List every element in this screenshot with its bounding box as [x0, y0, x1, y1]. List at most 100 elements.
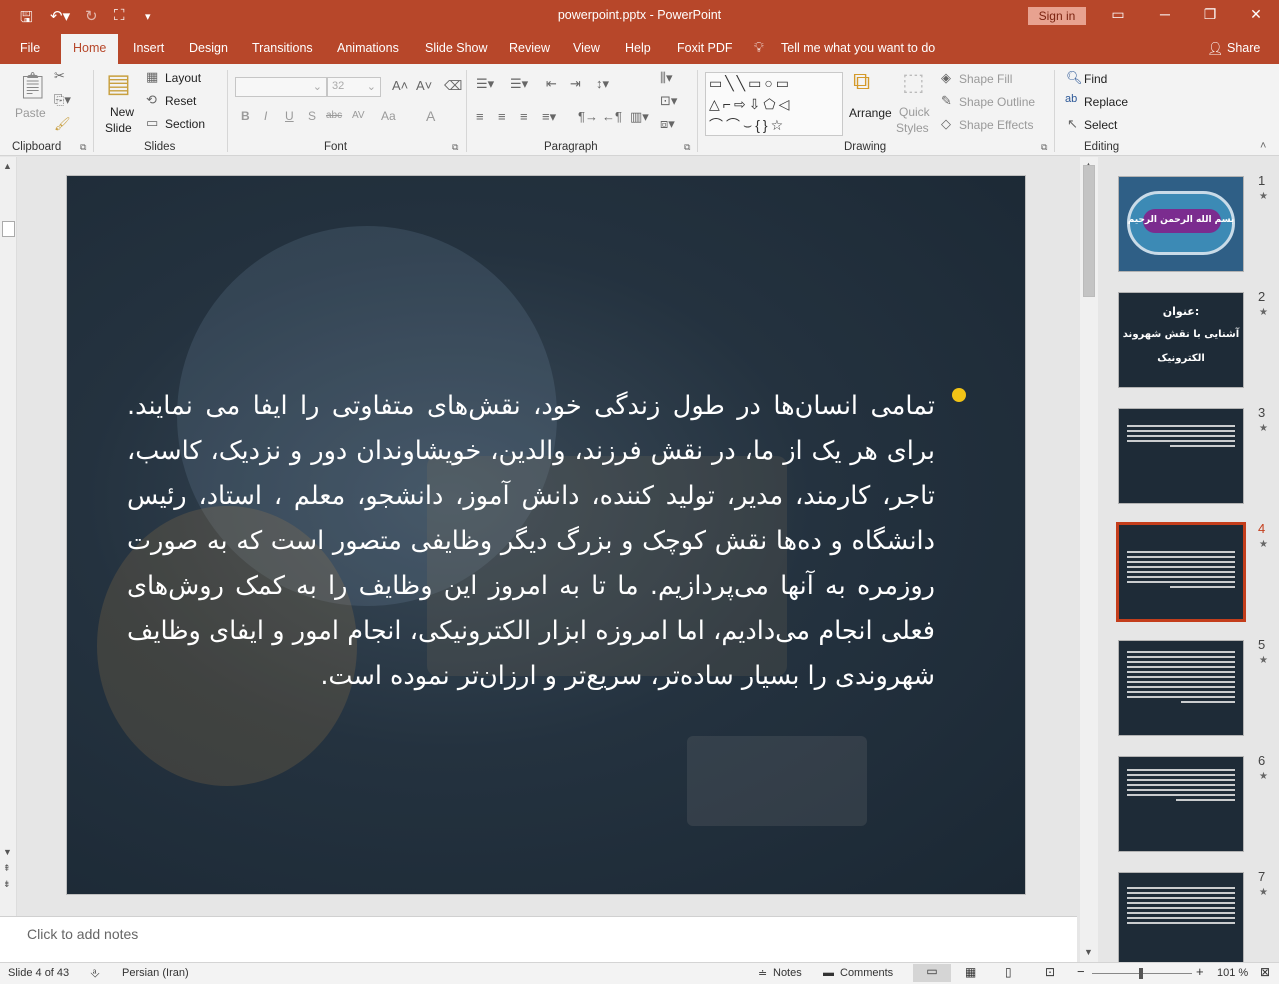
shape-fill-icon[interactable]: ◈ [941, 70, 951, 86]
align-text-icon[interactable]: ⊡▾ [660, 93, 677, 109]
tell-me-search[interactable]: Tell me what you want to do [781, 41, 935, 55]
shape-outline-button[interactable]: Shape Outline [959, 95, 1035, 109]
drawing-dialog-launcher-icon[interactable]: ⧉ [1041, 142, 1047, 153]
italic-button[interactable]: I [264, 109, 267, 123]
align-center-icon[interactable]: ≡ [498, 109, 506, 124]
comments-button[interactable]: Comments [840, 967, 893, 979]
select-icon[interactable]: ↖ [1067, 116, 1078, 132]
decrease-font-icon[interactable]: A˅ [416, 78, 432, 93]
paragraph-dialog-launcher-icon[interactable]: ⧉ [684, 142, 690, 153]
layout-icon[interactable]: ▦ [146, 69, 158, 85]
shape-outline-icon[interactable]: ✎ [941, 93, 952, 109]
notes-button[interactable]: Notes [773, 967, 802, 979]
font-color-button[interactable]: A [426, 108, 435, 124]
thumbnail-scroll-thumb[interactable] [1083, 165, 1095, 297]
format-painter-icon[interactable]: 🖌︎ [54, 116, 71, 132]
zoom-in-icon[interactable]: + [1196, 964, 1204, 979]
slide-thumbnail-7[interactable] [1118, 872, 1244, 962]
scroll-down-icon[interactable]: ▼ [3, 847, 12, 857]
align-left-icon[interactable]: ≡ [476, 109, 484, 124]
columns-icon[interactable]: ▥▾ [630, 109, 649, 125]
section-icon[interactable]: ▭ [146, 115, 158, 131]
reset-button[interactable]: Reset [165, 94, 196, 108]
normal-view-icon[interactable]: ▭ [913, 964, 951, 982]
dialog-launcher-icon[interactable]: ⧉ [80, 142, 86, 153]
shapes-gallery[interactable]: ▭╲╲▭○▭ △⌐⇨⇩⬠◁ ⌒⌒⌣{}☆ [705, 72, 843, 136]
slide-canvas[interactable]: تمامی انسان‌ها در طول زندگی خود، نقش‌های… [66, 175, 1026, 895]
increase-font-icon[interactable]: A˄ [392, 78, 408, 93]
thumbnail-scrollbar[interactable]: ▲ ▼ [1080, 157, 1098, 962]
previous-slide-icon[interactable]: ⇞ [3, 863, 11, 874]
slide-thumbnail-2[interactable]: عنوان: آشنایی با نقش شهروند الکترونیک [1118, 292, 1244, 388]
zoom-slider-thumb[interactable] [1139, 968, 1143, 979]
new-slide-icon[interactable]: ▤ [106, 68, 131, 99]
replace-icon[interactable]: ab [1065, 93, 1077, 105]
next-slide-icon[interactable]: ⇟ [3, 879, 11, 890]
scroll-thumb[interactable] [2, 221, 15, 237]
character-spacing-button[interactable]: AV [352, 110, 365, 121]
notes-icon[interactable]: ≐ [758, 967, 767, 980]
font-family-dropdown[interactable]: ⌄ [235, 77, 327, 97]
rtl-icon[interactable]: ←¶ [602, 109, 622, 124]
clear-formatting-icon[interactable]: ⌫ [444, 78, 462, 94]
shape-effects-icon[interactable]: ◇ [941, 116, 951, 132]
shape-fill-button[interactable]: Shape Fill [959, 72, 1012, 86]
tab-animations[interactable]: Animations [337, 41, 399, 55]
thumb-scroll-down-icon[interactable]: ▼ [1084, 947, 1093, 957]
find-button[interactable]: Find [1084, 72, 1107, 86]
align-right-icon[interactable]: ≡ [520, 109, 528, 124]
comments-icon[interactable]: ▬ [823, 967, 834, 979]
tab-file[interactable]: File [20, 41, 40, 55]
quick-styles-icon[interactable]: ⬚ [902, 68, 925, 97]
maximize-button[interactable]: ❐ [1200, 6, 1220, 23]
select-button[interactable]: Select [1084, 118, 1117, 132]
spellcheck-icon[interactable]: ⎀ [90, 966, 100, 981]
text-direction-icon[interactable]: ⫼▾ [660, 70, 673, 86]
tab-view[interactable]: View [573, 41, 600, 55]
line-spacing-icon[interactable]: ↕▾ [596, 76, 609, 92]
shadow-button[interactable]: S [308, 109, 316, 123]
scroll-up-icon[interactable]: ▲ [3, 161, 12, 171]
arrange-button[interactable]: Arrange [849, 106, 892, 120]
tab-transitions[interactable]: Transitions [252, 41, 313, 55]
paste-button[interactable]: Paste [15, 106, 46, 120]
minimize-button[interactable]: ─ [1155, 6, 1175, 22]
font-dialog-launcher-icon[interactable]: ⧉ [452, 142, 458, 153]
zoom-out-icon[interactable]: − [1077, 964, 1085, 979]
smartart-icon[interactable]: ⧈▾ [660, 116, 675, 132]
replace-button[interactable]: Replace [1084, 95, 1128, 109]
find-icon[interactable]: 🔍︎ [1066, 70, 1083, 86]
arrange-icon[interactable]: ⧉ [853, 68, 870, 96]
slideshow-view-icon[interactable]: ⊡ [1045, 965, 1055, 979]
new-slide-label-1[interactable]: New [110, 105, 134, 119]
copy-icon[interactable]: ⎘▾ [54, 92, 71, 108]
language-indicator[interactable]: Persian (Iran) [122, 967, 189, 979]
new-slide-label-2[interactable]: Slide [105, 121, 132, 135]
tab-insert[interactable]: Insert [133, 41, 164, 55]
font-size-dropdown[interactable]: 32 ⌄ [327, 77, 381, 97]
slide-thumbnail-5[interactable] [1118, 640, 1244, 736]
ribbon-display-options-icon[interactable]: ▭ [1108, 6, 1128, 23]
notes-pane[interactable]: Click to add notes [0, 916, 1077, 962]
quick-styles-label-2[interactable]: Styles [896, 121, 929, 135]
zoom-level[interactable]: 101 % [1217, 967, 1248, 979]
slide-thumbnail-3[interactable] [1118, 408, 1244, 504]
ltr-icon[interactable]: ¶→ [578, 109, 598, 124]
decrease-indent-icon[interactable]: ⇤ [546, 76, 557, 92]
underline-button[interactable]: U [285, 109, 294, 123]
share-button[interactable]: Share [1227, 41, 1260, 55]
quick-styles-label-1[interactable]: Quick [899, 105, 930, 119]
strikethrough-button[interactable]: abc [326, 110, 342, 121]
slide-body-text[interactable]: تمامی انسان‌ها در طول زندگی خود، نقش‌های… [127, 384, 935, 699]
slide-thumbnail-4[interactable] [1116, 522, 1246, 622]
justify-icon[interactable]: ≡▾ [542, 109, 556, 125]
tab-review[interactable]: Review [509, 41, 550, 55]
tab-help[interactable]: Help [625, 41, 651, 55]
shape-effects-button[interactable]: Shape Effects [959, 118, 1034, 132]
change-case-button[interactable]: Aa [381, 109, 396, 123]
left-scrollbar[interactable]: ▲ ▼ ⇞ ⇟ [0, 157, 17, 917]
tab-design[interactable]: Design [189, 41, 228, 55]
section-button[interactable]: Section [165, 117, 205, 131]
slide-thumbnail-1[interactable]: بسم الله الرحمن الرحیم [1118, 176, 1244, 272]
increase-indent-icon[interactable]: ⇥ [570, 76, 581, 92]
